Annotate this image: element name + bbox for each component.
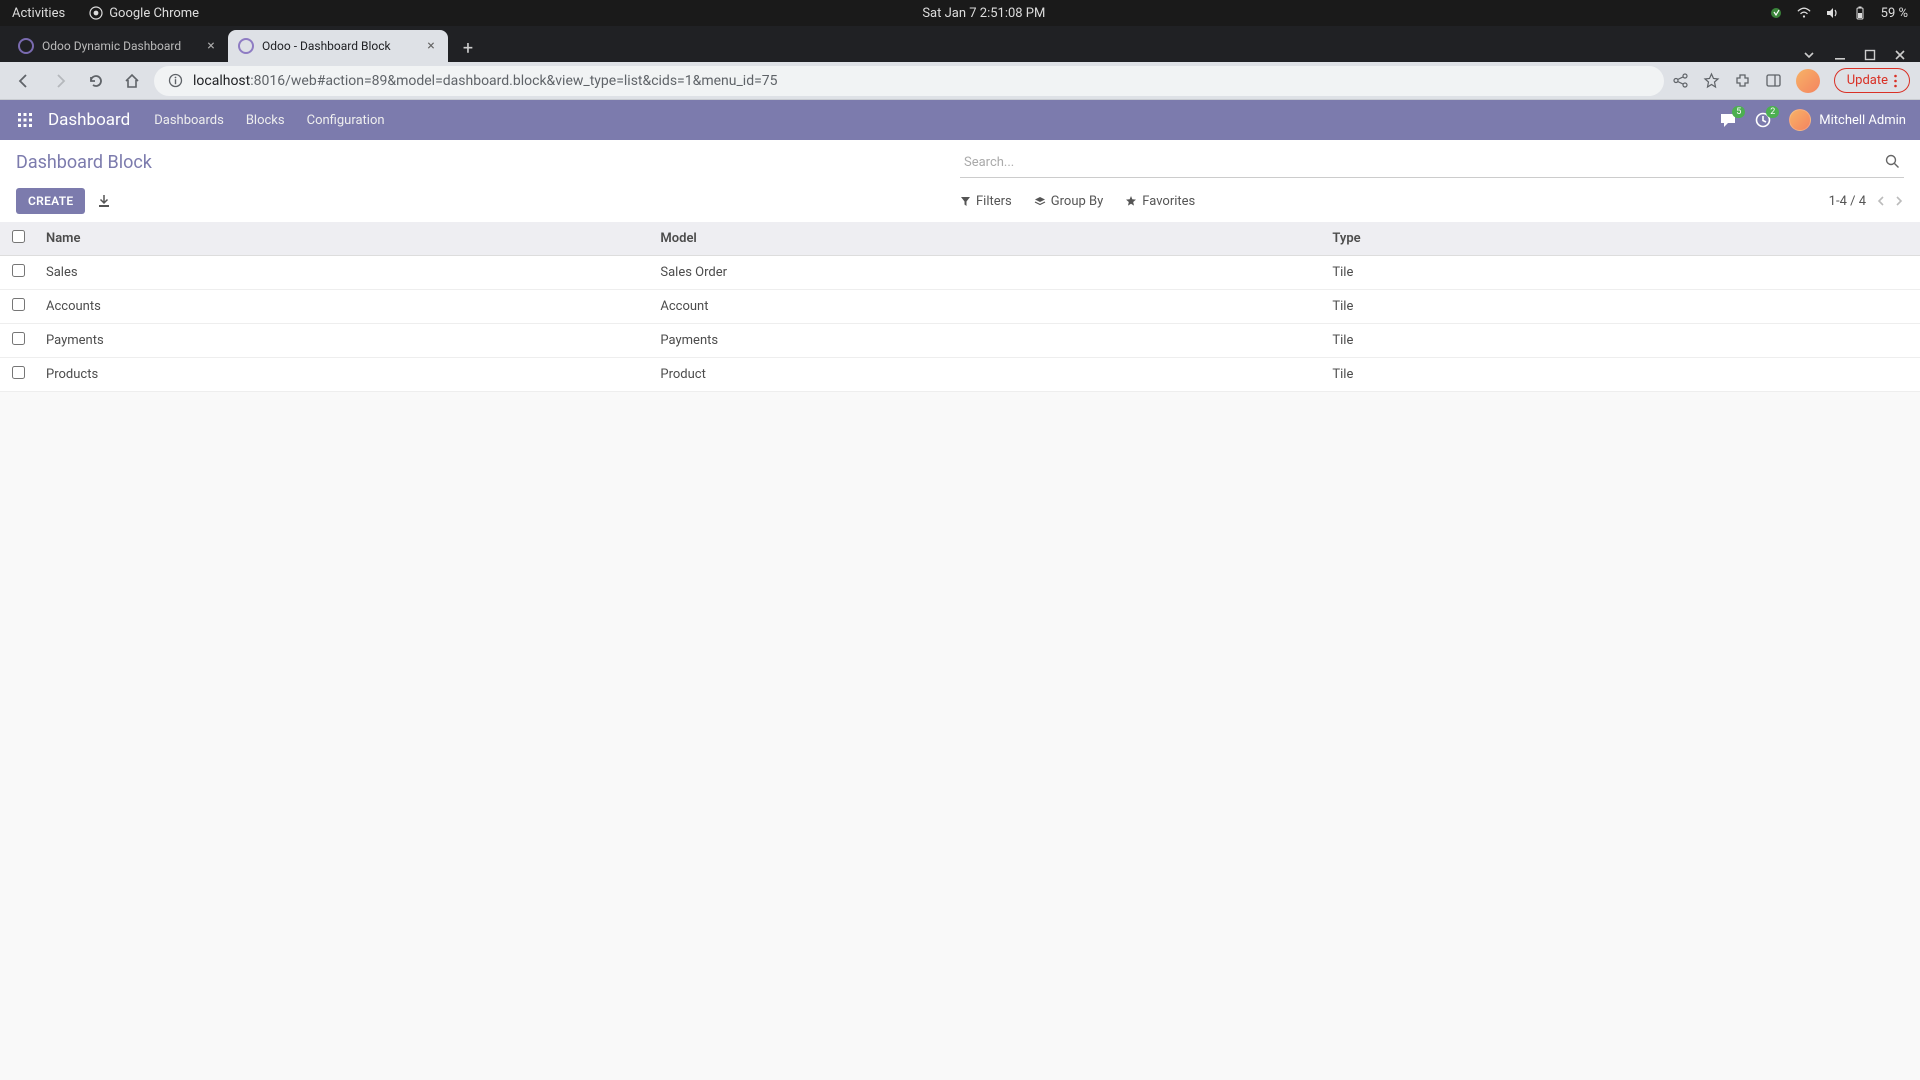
pager-text[interactable]: 1-4 / 4 bbox=[1829, 194, 1866, 209]
update-button[interactable]: Update bbox=[1834, 68, 1910, 93]
user-name: Mitchell Admin bbox=[1819, 113, 1906, 128]
row-checkbox[interactable] bbox=[12, 332, 25, 345]
activities-badge: 2 bbox=[1766, 106, 1779, 118]
forward-button[interactable] bbox=[46, 67, 74, 95]
window-minimize-button[interactable] bbox=[1834, 49, 1846, 61]
groupby-button[interactable]: Group By bbox=[1034, 194, 1104, 209]
layers-icon bbox=[1034, 196, 1046, 207]
table-row[interactable]: Payments Payments Tile bbox=[0, 324, 1920, 358]
chrome-icon bbox=[89, 6, 103, 20]
profile-avatar[interactable] bbox=[1796, 69, 1820, 93]
address-bar[interactable]: localhost:8016/web#action=89&model=dashb… bbox=[154, 66, 1664, 96]
row-checkbox[interactable] bbox=[12, 366, 25, 379]
url-text: localhost:8016/web#action=89&model=dashb… bbox=[193, 73, 778, 89]
user-menu[interactable]: Mitchell Admin bbox=[1789, 109, 1906, 131]
export-button[interactable] bbox=[97, 194, 111, 208]
cell-type: Tile bbox=[1322, 358, 1920, 392]
app-title[interactable]: Dashboard bbox=[48, 110, 130, 130]
back-button[interactable] bbox=[10, 67, 38, 95]
browser-tabstrip: Odoo Dynamic Dashboard × Odoo - Dashboar… bbox=[0, 26, 1920, 62]
groupby-label: Group By bbox=[1051, 194, 1104, 209]
breadcrumb: Dashboard Block bbox=[16, 148, 152, 173]
favorites-label: Favorites bbox=[1142, 194, 1195, 209]
row-checkbox[interactable] bbox=[12, 264, 25, 277]
menu-configuration[interactable]: Configuration bbox=[307, 113, 385, 128]
column-header-name[interactable]: Name bbox=[36, 222, 650, 256]
tab-favicon-icon bbox=[18, 38, 34, 54]
search-icon[interactable] bbox=[1885, 154, 1900, 169]
cell-type: Tile bbox=[1322, 290, 1920, 324]
cell-name: Payments bbox=[36, 324, 650, 358]
site-info-icon[interactable] bbox=[168, 73, 183, 88]
tab-favicon-icon bbox=[238, 38, 254, 54]
active-app-indicator[interactable]: Google Chrome bbox=[89, 6, 199, 21]
browser-toolbar: localhost:8016/web#action=89&model=dashb… bbox=[0, 62, 1920, 100]
user-avatar-icon bbox=[1789, 109, 1811, 131]
messages-button[interactable]: 5 bbox=[1719, 112, 1737, 128]
cell-model: Product bbox=[650, 358, 1322, 392]
table-row[interactable]: Accounts Account Tile bbox=[0, 290, 1920, 324]
menu-dashboards[interactable]: Dashboards bbox=[154, 113, 224, 128]
active-app-label: Google Chrome bbox=[109, 6, 199, 21]
cell-type: Tile bbox=[1322, 256, 1920, 290]
cell-type: Tile bbox=[1322, 324, 1920, 358]
menu-blocks[interactable]: Blocks bbox=[246, 113, 285, 128]
notification-icon[interactable] bbox=[1769, 6, 1783, 20]
records-table: Name Model Type Sales Sales Order Tile A… bbox=[0, 222, 1920, 392]
cell-model: Account bbox=[650, 290, 1322, 324]
activities-button[interactable]: Activities bbox=[12, 6, 65, 21]
table-header-row: Name Model Type bbox=[0, 222, 1920, 256]
browser-tab[interactable]: Odoo Dynamic Dashboard × bbox=[8, 30, 228, 62]
tab-title: Odoo - Dashboard Block bbox=[262, 39, 416, 53]
tab-close-button[interactable]: × bbox=[204, 39, 218, 53]
favorites-button[interactable]: Favorites bbox=[1125, 194, 1195, 209]
cell-model: Sales Order bbox=[650, 256, 1322, 290]
search-input[interactable] bbox=[960, 148, 1904, 178]
sidepanel-icon[interactable] bbox=[1765, 72, 1782, 89]
control-panel: Dashboard Block CREATE Filters Group By … bbox=[0, 140, 1920, 222]
browser-tab[interactable]: Odoo - Dashboard Block × bbox=[228, 30, 448, 62]
kebab-icon bbox=[1894, 74, 1897, 88]
bookmark-icon[interactable] bbox=[1703, 72, 1720, 89]
column-header-type[interactable]: Type bbox=[1322, 222, 1920, 256]
reload-button[interactable] bbox=[82, 67, 110, 95]
new-tab-button[interactable]: + bbox=[454, 34, 482, 62]
clock[interactable]: Sat Jan 7 2:51:08 PM bbox=[199, 6, 1769, 21]
cell-model: Payments bbox=[650, 324, 1322, 358]
create-button[interactable]: CREATE bbox=[16, 188, 85, 214]
cell-name: Products bbox=[36, 358, 650, 392]
star-icon bbox=[1125, 195, 1137, 207]
volume-icon[interactable] bbox=[1825, 6, 1839, 20]
chrome-menu-chevron-icon[interactable] bbox=[1802, 48, 1816, 62]
filters-label: Filters bbox=[976, 194, 1012, 209]
column-header-model[interactable]: Model bbox=[650, 222, 1322, 256]
extensions-icon[interactable] bbox=[1734, 72, 1751, 89]
cell-name: Accounts bbox=[36, 290, 650, 324]
pager-next-button[interactable] bbox=[1895, 195, 1904, 207]
battery-icon[interactable] bbox=[1853, 6, 1867, 20]
home-button[interactable] bbox=[118, 67, 146, 95]
messages-badge: 5 bbox=[1732, 106, 1745, 118]
select-all-checkbox[interactable] bbox=[12, 230, 25, 243]
window-maximize-button[interactable] bbox=[1864, 49, 1876, 61]
tab-title: Odoo Dynamic Dashboard bbox=[42, 39, 196, 53]
pager-prev-button[interactable] bbox=[1876, 195, 1885, 207]
share-icon[interactable] bbox=[1672, 72, 1689, 89]
apps-menu-button[interactable] bbox=[14, 109, 36, 131]
update-label: Update bbox=[1847, 73, 1888, 88]
battery-percent: 59 % bbox=[1881, 6, 1908, 21]
window-close-button[interactable] bbox=[1894, 49, 1906, 61]
table-row[interactable]: Products Product Tile bbox=[0, 358, 1920, 392]
desktop-top-bar: Activities Google Chrome Sat Jan 7 2:51:… bbox=[0, 0, 1920, 26]
odoo-navbar: Dashboard Dashboards Blocks Configuratio… bbox=[0, 100, 1920, 140]
wifi-icon[interactable] bbox=[1797, 6, 1811, 20]
filters-button[interactable]: Filters bbox=[960, 194, 1012, 209]
table-row[interactable]: Sales Sales Order Tile bbox=[0, 256, 1920, 290]
activities-button[interactable]: 2 bbox=[1755, 112, 1771, 128]
filter-icon bbox=[960, 196, 971, 207]
row-checkbox[interactable] bbox=[12, 298, 25, 311]
cell-name: Sales bbox=[36, 256, 650, 290]
tab-close-button[interactable]: × bbox=[424, 39, 438, 53]
